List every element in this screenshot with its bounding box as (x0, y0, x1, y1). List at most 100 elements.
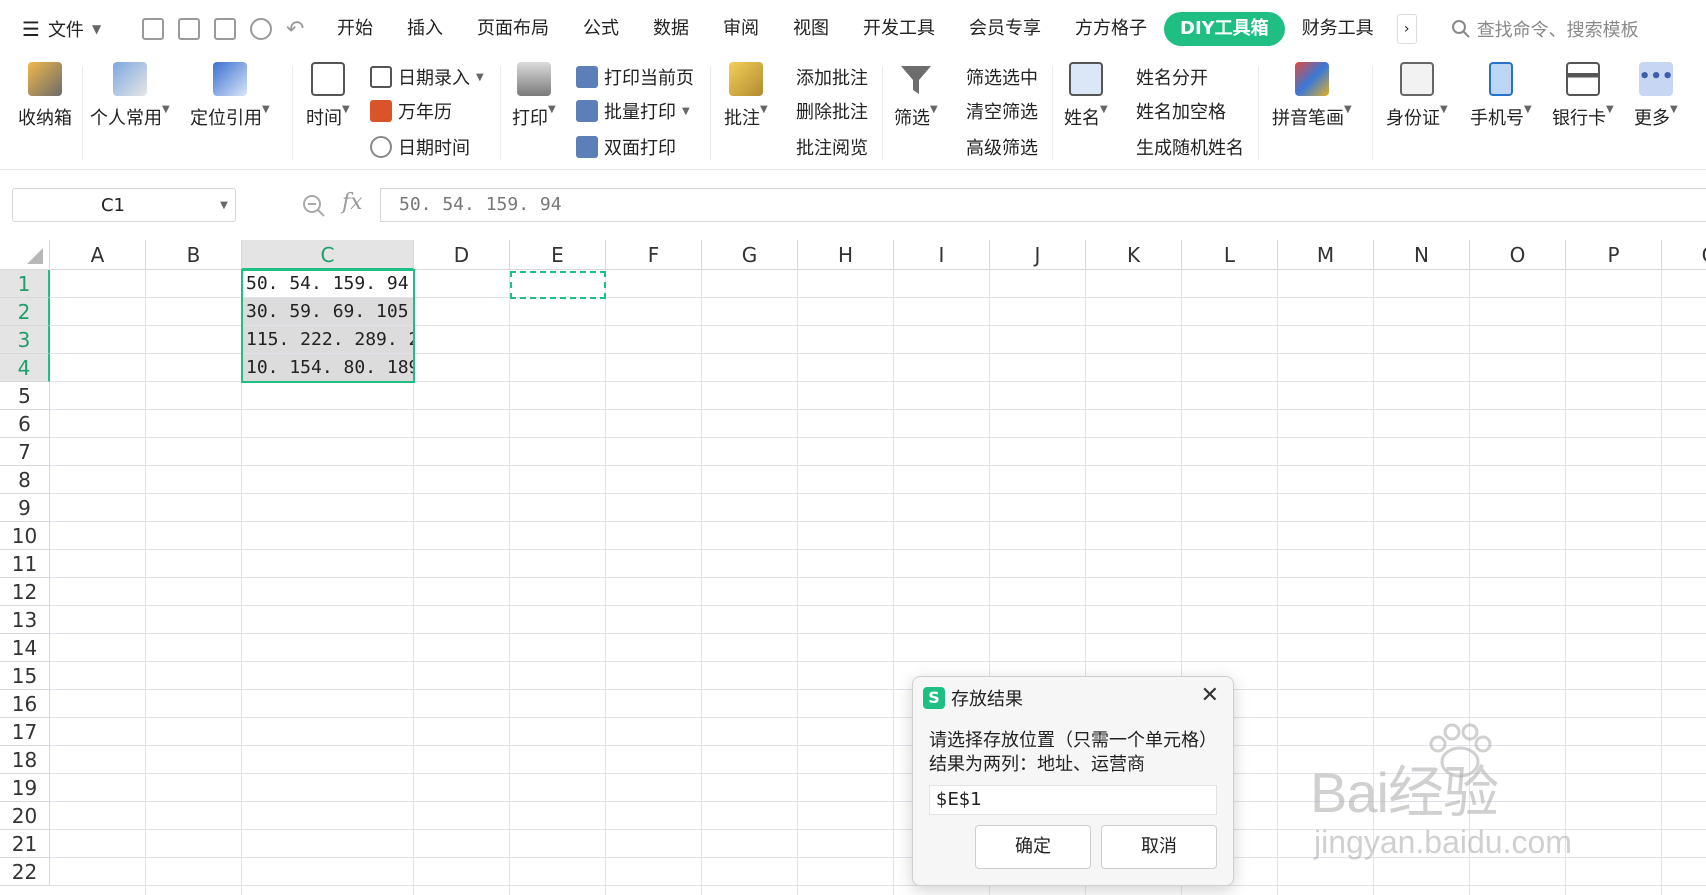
pinyin-button[interactable]: 拼音笔画▼ (1272, 62, 1352, 130)
random-name-button[interactable]: 生成随机姓名 (1136, 132, 1244, 162)
chevron-down-icon[interactable]: ▼ (213, 200, 235, 211)
split-name-button[interactable]: 姓名分开 (1136, 62, 1208, 92)
undo-icon[interactable]: ↶ (286, 17, 304, 42)
destination-cell-input[interactable]: $E$1 (929, 785, 1217, 815)
column-header-G[interactable]: G (702, 240, 798, 270)
zoom-icon[interactable] (302, 194, 326, 218)
column-header-M[interactable]: M (1278, 240, 1374, 270)
column-header-K[interactable]: K (1086, 240, 1182, 270)
tab-1[interactable]: 插入 (390, 12, 460, 46)
personal-button[interactable]: 个人常用▼ (90, 62, 170, 130)
name-button[interactable]: 姓名▼ (1064, 62, 1108, 130)
command-search[interactable]: 查找命令、搜索模板 (1451, 16, 1639, 42)
annotate-button[interactable]: 批注▼ (724, 62, 768, 130)
column-header-I[interactable]: I (894, 240, 990, 270)
locate-ref-button[interactable]: 定位引用▼ (190, 62, 270, 130)
save-icon[interactable] (142, 18, 164, 40)
column-header-C[interactable]: C (242, 240, 414, 270)
hamburger-icon: ☰ (22, 17, 40, 41)
datetime-button[interactable]: 日期时间 (370, 132, 470, 162)
select-all-corner[interactable] (0, 240, 50, 270)
column-header-O[interactable]: O (1470, 240, 1566, 270)
row-header-2[interactable]: 2 (0, 298, 50, 326)
more-tabs-button[interactable]: › (1396, 14, 1417, 44)
date-entry-icon (370, 66, 392, 88)
row-header-17[interactable]: 17 (0, 718, 50, 746)
tab-9[interactable]: 方方格子 (1058, 12, 1164, 46)
ok-button[interactable]: 确定 (975, 825, 1091, 869)
row-header-13[interactable]: 13 (0, 606, 50, 634)
row-header-8[interactable]: 8 (0, 466, 50, 494)
export-icon[interactable] (178, 18, 200, 40)
column-header-H[interactable]: H (798, 240, 894, 270)
duplex-print-button[interactable]: 双面打印 (576, 132, 676, 162)
clear-filter-button[interactable]: 清空筛选 (966, 96, 1038, 126)
row-header-16[interactable]: 16 (0, 690, 50, 718)
row-header-3[interactable]: 3 (0, 326, 50, 354)
filter-selected-button[interactable]: 筛选选中 (966, 62, 1038, 92)
close-icon[interactable]: ✕ (1201, 683, 1219, 708)
row-header-11[interactable]: 11 (0, 550, 50, 578)
column-header-A[interactable]: A (50, 240, 146, 270)
print-icon[interactable] (214, 18, 236, 40)
row-header-7[interactable]: 7 (0, 438, 50, 466)
file-menu[interactable]: ☰ 文件 ▼ (0, 16, 130, 42)
tab-0[interactable]: 开始 (320, 12, 390, 46)
time-button[interactable]: 时间▼ (306, 62, 350, 130)
tab-11[interactable]: 财务工具 (1285, 12, 1391, 46)
id-card-button[interactable]: 身份证▼ (1386, 62, 1448, 130)
advanced-filter-button[interactable]: 高级筛选 (966, 132, 1038, 162)
row-header-1[interactable]: 1 (0, 270, 50, 298)
tab-8[interactable]: 会员专享 (952, 12, 1058, 46)
print-current-button[interactable]: 打印当前页 (576, 62, 694, 92)
name-space-button[interactable]: 姓名加空格 (1136, 96, 1226, 126)
formula-input[interactable]: 50. 54. 159. 94 (380, 188, 1706, 222)
calendar-button[interactable]: 万年历 (370, 96, 452, 126)
column-header-F[interactable]: F (606, 240, 702, 270)
row-header-4[interactable]: 4 (0, 354, 50, 382)
more-button[interactable]: ••• 更多▼ (1634, 62, 1678, 130)
column-header-L[interactable]: L (1182, 240, 1278, 270)
row-header-10[interactable]: 10 (0, 522, 50, 550)
bank-card-button[interactable]: 银行卡▼ (1552, 62, 1614, 130)
tab-7[interactable]: 开发工具 (846, 12, 952, 46)
row-header-19[interactable]: 19 (0, 774, 50, 802)
row-header-6[interactable]: 6 (0, 410, 50, 438)
row-header-18[interactable]: 18 (0, 746, 50, 774)
row-header-21[interactable]: 21 (0, 830, 50, 858)
column-header-P[interactable]: P (1566, 240, 1662, 270)
tab-4[interactable]: 数据 (636, 12, 706, 46)
row-header-12[interactable]: 12 (0, 578, 50, 606)
phone-button[interactable]: 手机号▼ (1470, 62, 1532, 130)
column-header-E[interactable]: E (510, 240, 606, 270)
row-header-14[interactable]: 14 (0, 634, 50, 662)
tab-5[interactable]: 审阅 (706, 12, 776, 46)
row-header-15[interactable]: 15 (0, 662, 50, 690)
delete-comment-button[interactable]: 删除批注 (796, 96, 868, 126)
cancel-button[interactable]: 取消 (1101, 825, 1217, 869)
add-comment-button[interactable]: 添加批注 (796, 62, 868, 92)
column-header-D[interactable]: D (414, 240, 510, 270)
name-box[interactable]: C1 ▼ (12, 188, 236, 222)
date-entry-button[interactable]: 日期录入 ▼ (370, 62, 484, 92)
row-header-9[interactable]: 9 (0, 494, 50, 522)
toolbox-button[interactable]: 收纳箱 (18, 62, 72, 130)
column-header-Q[interactable]: Q (1662, 240, 1706, 270)
tab-10[interactable]: DIY工具箱 (1164, 12, 1285, 46)
row-header-22[interactable]: 22 (0, 858, 50, 886)
row-header-5[interactable]: 5 (0, 382, 50, 410)
view-comment-button[interactable]: 批注阅览 (796, 132, 868, 162)
row-header-20[interactable]: 20 (0, 802, 50, 830)
column-header-J[interactable]: J (990, 240, 1086, 270)
column-header-N[interactable]: N (1374, 240, 1470, 270)
fx-icon[interactable]: fx (342, 190, 363, 215)
column-header-B[interactable]: B (146, 240, 242, 270)
print-preview-icon[interactable] (250, 18, 272, 40)
batch-print-button[interactable]: 批量打印 ▼ (576, 96, 690, 126)
print-button[interactable]: 打印▼ (512, 62, 556, 130)
perpetual-calendar-icon (370, 100, 392, 122)
tab-2[interactable]: 页面布局 (460, 12, 566, 46)
filter-button[interactable]: 筛选▼ (894, 62, 938, 130)
tab-3[interactable]: 公式 (566, 12, 636, 46)
tab-6[interactable]: 视图 (776, 12, 846, 46)
